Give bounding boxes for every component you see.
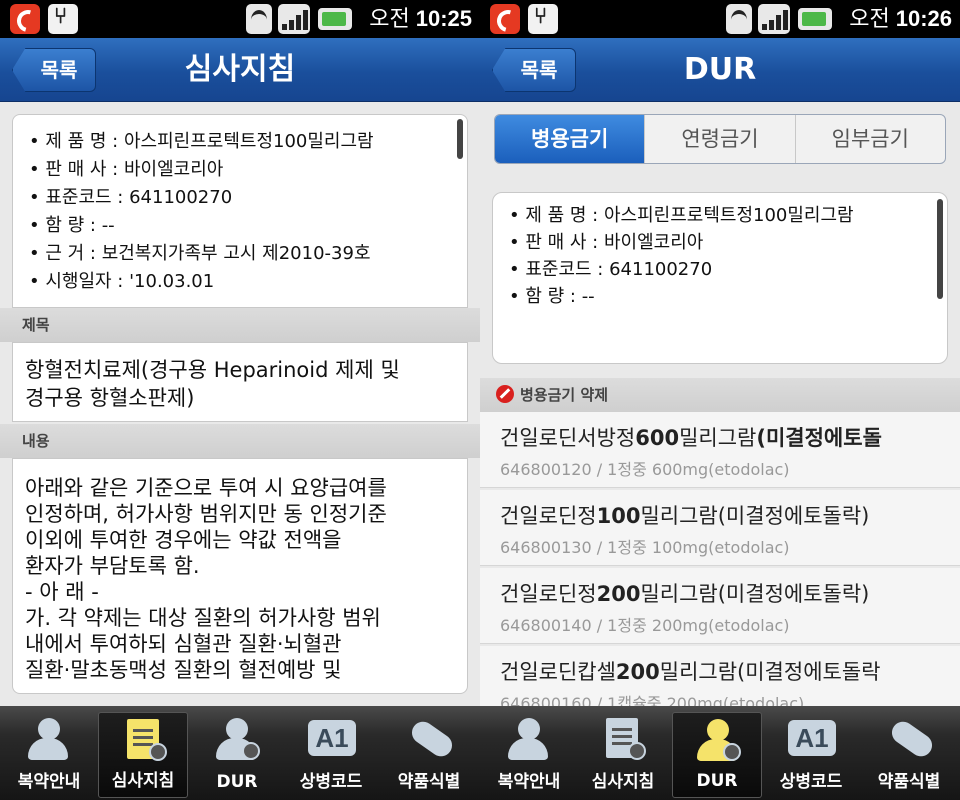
wifi-icon xyxy=(726,4,752,34)
subject-line: 항혈전치료제(경구용 Heparinoid 제제 및 xyxy=(25,358,400,382)
nav-item-medication-guide[interactable]: 복약안내 xyxy=(4,712,94,798)
prohibited-icon xyxy=(496,385,514,403)
drug-code: 646800120 / 1정중 600mg(etodolac) xyxy=(500,460,790,479)
nav-item-medication-guide[interactable]: 복약안내 xyxy=(484,712,574,798)
info-basis: • 근 거 : 보건복지가족부 고시 제2010-39호 xyxy=(29,243,371,264)
title-bar: 목록 DUR xyxy=(480,38,960,102)
info-seller: • 판 매 사 : 바이엘코리아 xyxy=(29,159,224,180)
nav-label: 복약안내 xyxy=(17,772,81,792)
content-line: - 아 래 - xyxy=(25,580,99,604)
page-title: DUR xyxy=(683,52,757,87)
content-line: 인정하며, 허가사항 범위지만 동 인정기준 xyxy=(25,502,387,526)
left-screen: 오전10:25 목록 심사지침 • 제 품 명 : 아스피린프로텍트정100밀리… xyxy=(0,0,480,800)
pill-icon xyxy=(886,717,937,762)
nav-label: 상병코드 xyxy=(779,772,843,792)
a1-code-icon: A1 xyxy=(308,718,356,762)
subject-card: 항혈전치료제(경구용 Heparinoid 제제 및 경구용 항혈소판제) xyxy=(12,342,468,422)
drug-name: 건일로딘서방정600밀리그람(미결정에토돌 xyxy=(500,426,882,450)
battery-icon xyxy=(798,8,832,30)
nav-label: DUR xyxy=(696,771,738,791)
battery-icon xyxy=(318,8,352,30)
drug-name: 건일로딘정200밀리그람(미결정에토돌락) xyxy=(500,582,870,606)
document-check-icon xyxy=(600,718,648,762)
right-screen: 오전10:26 목록 DUR 병용금기 연령금기 임부금기 • 제 품 명 : … xyxy=(480,0,960,800)
scrollbar[interactable] xyxy=(937,199,943,299)
drug-name: 건일로딘캅셀200밀리그람(미결정에토돌락 xyxy=(500,660,881,684)
drug-code: 646800140 / 1정중 200mg(etodolac) xyxy=(500,616,790,635)
nav-item-pill-identify[interactable]: 약품식별 xyxy=(384,712,474,798)
pill-icon xyxy=(406,717,457,762)
drug-info-card: • 제 품 명 : 아스피린프로텍트정100밀리그람 • 판 매 사 : 바이엘… xyxy=(492,192,948,364)
status-clock: 오전 10:26 xyxy=(849,6,952,31)
tab-combination-contraindication[interactable]: 병용금기 xyxy=(495,115,645,163)
info-standard-code: • 표준코드 : 641100270 xyxy=(509,259,713,280)
section-label: 병용금기 약제 xyxy=(520,386,609,404)
section-header-subject: 제목 xyxy=(0,308,480,342)
subject-line: 경구용 항혈소판제) xyxy=(25,386,195,410)
info-effective-date: • 시행일자 : '10.03.01 xyxy=(29,271,215,292)
nav-item-review-guide[interactable]: 심사지침 xyxy=(98,712,188,798)
nav-label: 심사지침 xyxy=(111,771,175,791)
list-item[interactable]: 건일로딘정100밀리그람(미결정에토돌락) 646800130 / 1정중 10… xyxy=(480,490,960,566)
person-info-icon xyxy=(506,718,554,762)
nav-item-pill-identify[interactable]: 약품식별 xyxy=(864,712,954,798)
title-bar: 목록 심사지침 xyxy=(0,38,480,102)
content-line: 이외에 투여한 경우에는 약값 전액을 xyxy=(25,528,342,552)
person-info-icon xyxy=(26,718,74,762)
status-bar: 오전10:26 xyxy=(480,0,960,38)
section-header-content: 내용 xyxy=(0,424,480,458)
bottom-nav: 복약안내 심사지침 DUR A1 상병코드 약품식별 xyxy=(480,706,960,800)
missed-call-icon xyxy=(10,4,40,34)
content-line: 질환·말초동맥성 질환의 혈전예방 및 xyxy=(25,658,342,682)
info-product-name: • 제 품 명 : 아스피린프로텍트정100밀리그람 xyxy=(509,205,854,226)
tab-age-contraindication[interactable]: 연령금기 xyxy=(644,115,794,163)
content-line: 아래와 같은 기준으로 투여 시 요양급여를 xyxy=(25,476,387,500)
list-item[interactable]: 건일로딘정200밀리그람(미결정에토돌락) 646800140 / 1정중 20… xyxy=(480,568,960,644)
signal-icon xyxy=(758,4,790,34)
nav-item-disease-code[interactable]: A1 상병코드 xyxy=(766,712,856,798)
drug-info-card: • 제 품 명 : 아스피린프로텍트정100밀리그람 • 판 매 사 : 바이엘… xyxy=(12,114,468,308)
content-line: 내에서 투여하되 심혈관 질환·뇌혈관 xyxy=(25,632,342,656)
signal-icon xyxy=(278,4,310,34)
status-bar: 오전10:25 xyxy=(0,0,480,38)
nav-item-disease-code[interactable]: A1 상병코드 xyxy=(286,712,376,798)
person-block-icon xyxy=(214,718,262,762)
info-content: • 함 량 : -- xyxy=(29,215,115,236)
nav-label: DUR xyxy=(216,772,258,792)
content-card: 아래와 같은 기준으로 투여 시 요양급여를 인정하며, 허가사항 범위지만 동… xyxy=(12,458,468,694)
info-standard-code: • 표준코드 : 641100270 xyxy=(29,187,233,208)
content-line: 환자가 부담토록 함. xyxy=(25,554,200,578)
nav-label: 복약안내 xyxy=(497,772,561,792)
info-product-name: • 제 품 명 : 아스피린프로텍트정100밀리그람 xyxy=(29,131,374,152)
nav-label: 약품식별 xyxy=(397,772,461,792)
nav-item-dur[interactable]: DUR xyxy=(192,712,282,798)
status-clock: 오전 10:25 xyxy=(369,6,472,31)
nav-label: 약품식별 xyxy=(877,772,941,792)
missed-call-icon xyxy=(490,4,520,34)
nav-label: 심사지침 xyxy=(591,772,655,792)
info-seller: • 판 매 사 : 바이엘코리아 xyxy=(509,232,704,253)
usb-icon xyxy=(48,4,78,34)
page-title: 심사지침 xyxy=(184,52,296,87)
bottom-nav: 복약안내 심사지침 DUR A1 상병코드 약품식별 xyxy=(0,706,480,800)
document-check-icon xyxy=(121,719,169,763)
section-header-contraindicated-drugs: 병용금기 약제 xyxy=(480,378,960,412)
scrollbar[interactable] xyxy=(457,119,463,159)
nav-label: 상병코드 xyxy=(299,772,363,792)
person-block-icon xyxy=(695,719,743,763)
tab-pregnancy-contraindication[interactable]: 임부금기 xyxy=(794,115,945,163)
nav-item-review-guide[interactable]: 심사지침 xyxy=(578,712,668,798)
usb-icon xyxy=(528,4,558,34)
drug-name: 건일로딘정100밀리그람(미결정에토돌락) xyxy=(500,504,870,528)
content-line: 가. 각 약제는 대상 질환의 허가사항 범위 xyxy=(25,606,381,630)
drug-code: 646800130 / 1정중 100mg(etodolac) xyxy=(500,538,790,557)
nav-item-dur[interactable]: DUR xyxy=(672,712,762,798)
wifi-icon xyxy=(246,4,272,34)
info-content: • 함 량 : -- xyxy=(509,286,595,307)
list-item[interactable]: 건일로딘서방정600밀리그람(미결정에토돌 646800120 / 1정중 60… xyxy=(480,412,960,488)
dur-tabs: 병용금기 연령금기 임부금기 xyxy=(494,114,946,164)
a1-code-icon: A1 xyxy=(788,718,836,762)
